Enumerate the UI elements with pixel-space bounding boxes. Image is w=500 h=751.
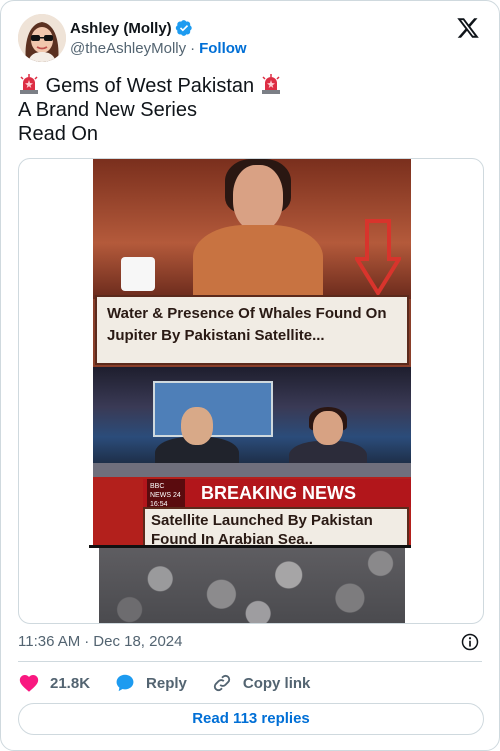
like-button[interactable]: 21.8K [18, 672, 90, 694]
tweet-line-3: Read On [18, 123, 99, 145]
like-count: 21.8K [50, 674, 91, 692]
tweet-line-2: A Brand New Series [18, 99, 197, 121]
news-anchor-image [233, 165, 283, 231]
x-logo-icon[interactable] [456, 16, 480, 40]
tweet-media[interactable]: Water & Presence Of Whales Found On Jupi… [18, 158, 484, 624]
tweet-text: Gems of West Pakistan A Brand New Series… [18, 73, 478, 146]
news-caption-satellite: Satellite Launched By Pakistan Found In … [143, 507, 409, 547]
tweet-date[interactable]: Dec 18, 2024 [93, 633, 182, 650]
tweet-actions: 21.8K Reply Copy link [18, 671, 334, 695]
meme-collage: Water & Presence Of Whales Found On Jupi… [89, 159, 411, 623]
copy-link-label: Copy link [242, 674, 311, 692]
meta-separator: · [84, 632, 90, 650]
reply-bubble-icon [116, 674, 134, 692]
reply-button[interactable]: Reply [114, 672, 187, 694]
display-name[interactable]: Ashley (Molly) [70, 20, 172, 37]
tweet-card: Ashley (Molly) @theAshleyMolly · Follow [0, 0, 500, 751]
reply-label: Reply [146, 674, 187, 692]
handle[interactable]: @theAshleyMolly [70, 40, 186, 57]
info-icon[interactable] [460, 632, 480, 652]
news-caption-jupiter: Water & Presence Of Whales Found On Jupi… [95, 295, 409, 365]
down-arrow-icon [355, 219, 401, 295]
tweet-timestamp[interactable]: 11:36 AM · Dec 18, 2024 [18, 631, 183, 651]
rotating-light-icon [261, 74, 280, 94]
stone-faces-image [99, 548, 405, 623]
news-panel-top: Water & Presence Of Whales Found On Jupi… [93, 159, 411, 367]
read-replies-button[interactable]: Read 113 replies [18, 703, 484, 735]
channel-logo-icon [121, 257, 155, 291]
handle-separator: · [190, 40, 196, 57]
verified-badge-icon [175, 20, 192, 36]
rotating-light-icon [20, 74, 38, 94]
heart-icon [19, 675, 39, 692]
tweet-line-1: Gems of West Pakistan [18, 73, 478, 98]
copy-link-button[interactable]: Copy link [211, 672, 311, 694]
follow-button[interactable]: Follow [199, 40, 247, 57]
bbc-news-logo: BBC NEWS 24 16:54 [147, 479, 185, 508]
divider [18, 661, 482, 662]
avatar[interactable] [18, 14, 66, 62]
link-icon [213, 674, 231, 692]
news-panel-middle: BREAKING NEWS BBC NEWS 24 16:54 Satellit… [93, 367, 411, 547]
tweet-header: Ashley (Molly) @theAshleyMolly · Follow [18, 14, 482, 62]
tweet-time[interactable]: 11:36 AM [18, 633, 80, 650]
tweet-line-1-text: Gems of West Pakistan [45, 75, 255, 97]
